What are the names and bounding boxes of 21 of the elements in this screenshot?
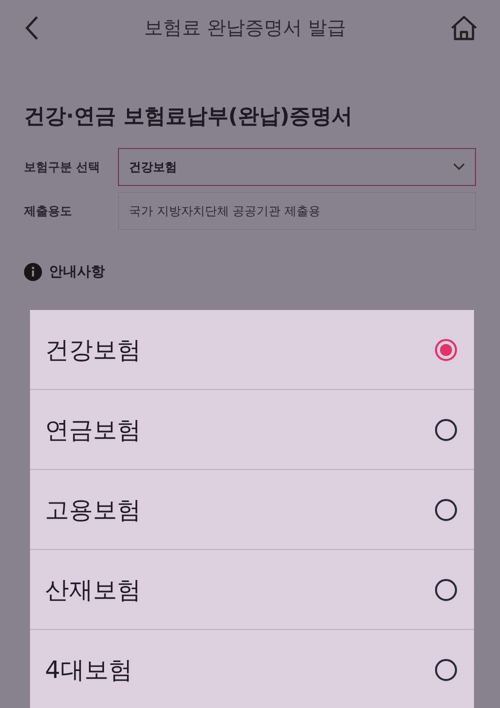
back-button[interactable] — [24, 15, 40, 41]
radio-button[interactable] — [435, 338, 457, 360]
option-item[interactable]: 산재보험 — [30, 550, 474, 630]
field-label: 제출용도 — [24, 202, 73, 220]
option-item[interactable]: 고용보험 — [30, 470, 474, 550]
info-icon — [24, 263, 42, 281]
radio-button[interactable] — [435, 498, 457, 520]
certificate-title: 건강·연금 보험료납부(완납)증명서 — [24, 103, 354, 130]
radio-button[interactable] — [435, 658, 457, 680]
purpose-field: 국가 지방자치단체 공공기관 제출용 — [118, 192, 476, 230]
option-item[interactable]: 건강보험 — [30, 310, 474, 390]
page-header-title: 보험료 완납증명서 발급 — [144, 16, 346, 41]
home-button[interactable] — [450, 15, 478, 41]
field-label: 보험구분 선택 — [24, 158, 102, 176]
option-item[interactable]: 4대보험 — [30, 630, 474, 708]
radio-button[interactable] — [435, 418, 457, 440]
notice-title: 안내사항 — [49, 263, 105, 281]
insurance-type-select[interactable]: 건강보험 — [118, 148, 476, 186]
option-item[interactable]: 연금보험 — [30, 390, 474, 470]
chevron-down-icon — [453, 163, 465, 171]
radio-button[interactable] — [435, 578, 457, 600]
